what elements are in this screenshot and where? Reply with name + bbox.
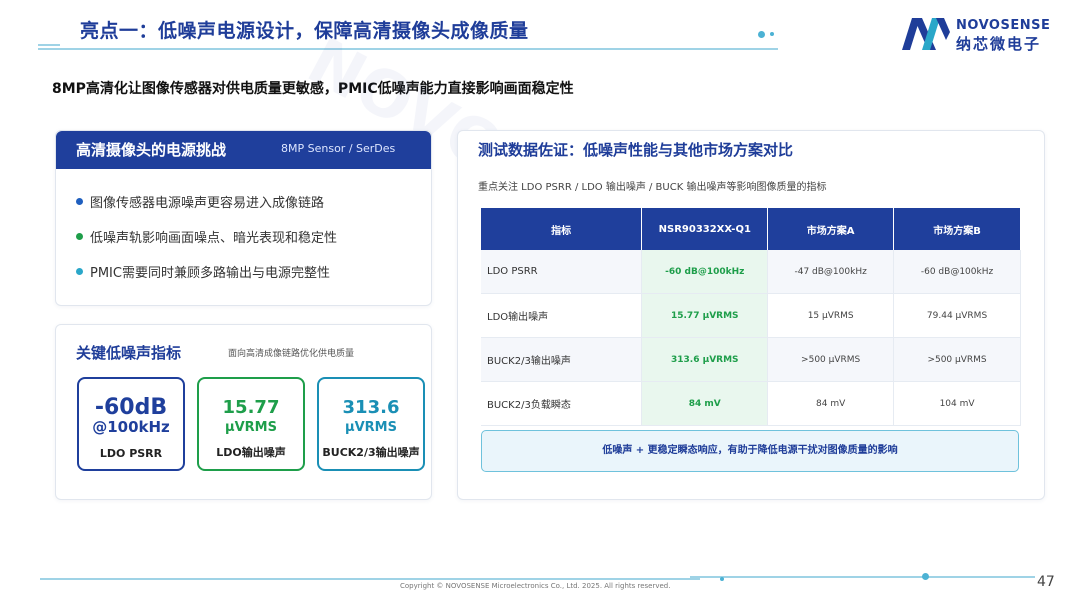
metrics-card-title: 关键低噪声指标 [76, 344, 182, 362]
table-header-cell: 市场方案A [767, 208, 895, 250]
metric-box-ldo-noise: 15.77 μVRMS LDO输出噪声 [197, 377, 305, 471]
challenge-card-header: 高清摄像头的电源挑战 8MP Sensor / SerDes [56, 131, 431, 169]
challenge-card-tag: 8MP Sensor / SerDes [281, 142, 396, 155]
table-header-cell: 市场方案B [893, 208, 1021, 250]
decor-dot [758, 31, 765, 38]
table-cell: -60 dB@100kHz [893, 250, 1021, 294]
table-row-label: LDO PSRR [481, 250, 643, 294]
table-cell: 104 mV [893, 381, 1021, 426]
metric-label: LDO PSRR [99, 447, 163, 460]
logo-text-cn: 纳芯微电子 [956, 35, 1042, 53]
metric-label: LDO输出噪声 [216, 446, 286, 459]
table-row-label: BUCK2/3输出噪声 [481, 337, 643, 382]
bullet-dot-icon [76, 268, 83, 275]
metric-value: 15.77 [222, 397, 280, 418]
table-row: LDO输出噪声 15.77 μVRMS 15 μVRMS 79.44 μVRMS [481, 293, 1021, 338]
bullet-text: 图像传感器电源噪声更容易进入成像链路 [90, 196, 325, 211]
table-header-row: 指标 NSR90332XX-Q1 市场方案A 市场方案B [481, 208, 1021, 250]
page-title: 亮点一：低噪声电源设计，保障高清摄像头成像质量 [80, 20, 529, 42]
footer-line [40, 578, 700, 580]
decor-dot [922, 573, 929, 580]
table-cell: >500 μVRMS [767, 337, 895, 382]
table-cell: 15 μVRMS [767, 293, 895, 338]
table-cell: -47 dB@100kHz [767, 250, 895, 294]
metric-unit: μVRMS [225, 420, 277, 435]
comparison-description: 重点关注 LDO PSRR / LDO 输出噪声 / BUCK 输出噪声等影响图… [478, 182, 827, 193]
metric-value: 313.6 [342, 397, 400, 418]
table-cell: 79.44 μVRMS [893, 293, 1021, 338]
logo-mark-icon [902, 18, 950, 50]
metric-unit: @100kHz [92, 418, 170, 436]
table-row-label: LDO输出噪声 [481, 293, 643, 338]
comparison-panel: 测试数据佐证：低噪声性能与其他市场方案对比 重点关注 LDO PSRR / LD… [457, 130, 1045, 500]
bullet-text: PMIC需要同时兼顾多路输出与电源完整性 [90, 266, 330, 281]
brand-logo: NOVOSENSE 纳芯微电子 [902, 16, 1052, 53]
table-header-cell: 指标 [481, 208, 643, 250]
page-subtitle: 8MP高清化让图像传感器对供电质量更敏感，PMIC低噪声能力直接影响画面稳定性 [52, 81, 574, 97]
table-row: BUCK2/3负载瞬态 84 mV 84 mV 104 mV [481, 381, 1021, 426]
metric-label: BUCK2/3输出噪声 [322, 446, 420, 459]
metrics-card: 关键低噪声指标 面向高清成像链路优化供电质量 -60dB @100kHz LDO… [55, 324, 432, 500]
metric-unit: μVRMS [345, 420, 397, 435]
table-row: LDO PSRR -60 dB@100kHz -47 dB@100kHz -60… [481, 250, 1021, 294]
comparison-conclusion: 低噪声 + 更稳定瞬态响应，有助于降低电源干扰对图像质量的影响 [481, 430, 1019, 472]
metric-box-buck-noise: 313.6 μVRMS BUCK2/3输出噪声 [317, 377, 425, 471]
bullet-item: 低噪声轨影响画面噪点、暗光表现和稳定性 [76, 227, 337, 246]
table-cell-highlight: 313.6 μVRMS [641, 337, 769, 382]
table-cell-highlight: 15.77 μVRMS [641, 293, 769, 338]
logo-text-en: NOVOSENSE [956, 18, 1051, 33]
bullet-dot-icon [76, 198, 83, 205]
table-cell-highlight: 84 mV [641, 381, 769, 426]
challenge-card-title: 高清摄像头的电源挑战 [76, 141, 227, 159]
metric-box-psrr: -60dB @100kHz LDO PSRR [77, 377, 185, 471]
table-header-cell: NSR90332XX-Q1 [641, 208, 769, 250]
copyright-text: Copyright © NOVOSENSE Microelectronics C… [400, 582, 671, 590]
page-number: 47 [1037, 574, 1055, 590]
table-cell-highlight: -60 dB@100kHz [641, 250, 769, 294]
table-row-label: BUCK2/3负载瞬态 [481, 381, 643, 426]
table-cell: >500 μVRMS [893, 337, 1021, 382]
bullet-item: PMIC需要同时兼顾多路输出与电源完整性 [76, 262, 330, 281]
decor-dot [720, 577, 724, 581]
table-row: BUCK2/3输出噪声 313.6 μVRMS >500 μVRMS >500 … [481, 337, 1021, 382]
metric-value: -60dB [94, 395, 168, 420]
bullet-dot-icon [76, 233, 83, 240]
footer-line [690, 576, 1035, 578]
decor-dot [770, 32, 774, 36]
comparison-table: 指标 NSR90332XX-Q1 市场方案A 市场方案B LDO PSRR -6… [481, 208, 1021, 426]
challenge-card: 高清摄像头的电源挑战 8MP Sensor / SerDes 图像传感器电源噪声… [55, 130, 432, 306]
table-cell: 84 mV [767, 381, 895, 426]
bullet-text: 低噪声轨影响画面噪点、暗光表现和稳定性 [90, 231, 338, 246]
comparison-title: 测试数据佐证：低噪声性能与其他市场方案对比 [478, 141, 794, 159]
metrics-card-note: 面向高清成像链路优化供电质量 [228, 349, 355, 359]
bullet-item: 图像传感器电源噪声更容易进入成像链路 [76, 192, 324, 211]
